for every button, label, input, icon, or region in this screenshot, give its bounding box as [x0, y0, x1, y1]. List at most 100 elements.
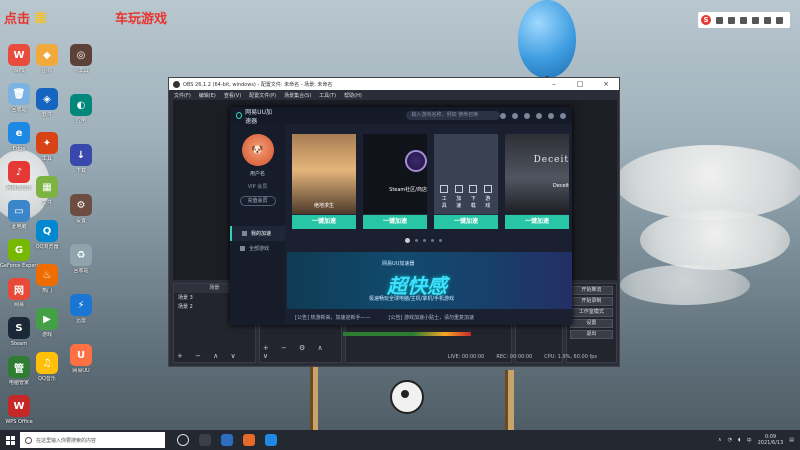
ime-skin-icon[interactable]: [764, 16, 771, 24]
vip-label: VIP 会员: [247, 184, 268, 190]
boost-button[interactable]: 一键加速: [363, 215, 427, 229]
uu-topbar[interactable]: 网易UU加速器 输入游戏名称，例如 使命召唤: [230, 107, 572, 125]
uu-taskbar-icon[interactable]: [243, 434, 255, 446]
task-view-icon[interactable]: [177, 434, 189, 446]
network-icon[interactable]: ◔: [728, 437, 732, 443]
wallpaper-tree: [505, 370, 514, 430]
chrome-taskbar-icon[interactable]: [221, 434, 233, 446]
studio-mode-button[interactable]: 工作室模式: [569, 308, 613, 317]
obs-taskbar-icon[interactable]: [199, 434, 211, 446]
desktop-icon[interactable]: ♨ 热门: [28, 264, 66, 294]
boost-button[interactable]: 一键加速: [434, 215, 498, 229]
vip-recharge-button[interactable]: 充值会员: [239, 196, 276, 206]
exit-button[interactable]: 退出: [569, 330, 613, 339]
pubg-cover: 绝地求生: [292, 134, 356, 214]
start-recording-button[interactable]: 开始录制: [569, 297, 613, 306]
desktop-icon[interactable]: U 网易UU: [62, 344, 100, 374]
desktop-icon[interactable]: ⚡ 迅雷: [62, 294, 100, 324]
tool-item[interactable]: 工具: [440, 185, 449, 209]
boost-icon: [242, 231, 247, 236]
desktop-icon[interactable]: ◆ 图标: [28, 44, 66, 74]
menu-profile[interactable]: 配置文件(P): [249, 92, 276, 99]
ime-voice-icon[interactable]: [740, 16, 747, 24]
carousel-dot[interactable]: [415, 239, 418, 242]
desktop-icon[interactable]: ⚙ 设置: [62, 194, 100, 224]
game-card-steam[interactable]: Steam社区/商店 一键加速: [363, 134, 427, 229]
ime-keyboard-icon[interactable]: [752, 16, 759, 24]
tool-icon: [469, 185, 478, 193]
menu-tools[interactable]: 工具(T): [319, 92, 336, 99]
notification-icon[interactable]: ▤: [789, 437, 794, 443]
obs-title: OBS 26.1.2 (64-bit, windows) - 配置文件: 未命名…: [183, 81, 333, 88]
ime-tools-icon[interactable]: [776, 16, 783, 24]
carousel-dots[interactable]: [405, 238, 442, 243]
start-streaming-button[interactable]: 开始推流: [569, 286, 613, 295]
gift-icon[interactable]: [500, 112, 506, 119]
carousel-dot[interactable]: [423, 239, 426, 242]
promo-banner[interactable]: 网易UU加速器 超快感 极速畅玩全球电脑/主机/掌机/手机游戏: [287, 252, 572, 309]
game-card-deceit[interactable]: Deceit Deceit 一键加速: [505, 134, 569, 229]
banner-logo: 网易UU加速器: [382, 261, 415, 267]
menu-help[interactable]: 帮助(H): [344, 92, 362, 99]
menu-scene-collection[interactable]: 场景集合(S): [284, 92, 311, 99]
taskbar-search[interactable]: 在这里输入你要搜索的内容: [20, 432, 165, 448]
desktop-icon[interactable]: W WPS Office: [0, 395, 38, 425]
maximize-button[interactable]: □: [567, 80, 593, 88]
boost-button[interactable]: 一键加速: [292, 215, 356, 229]
close-button[interactable]: ×: [593, 80, 619, 88]
obs-titlebar[interactable]: OBS 26.1.2 (64-bit, windows) - 配置文件: 未命名…: [169, 78, 619, 90]
desktop-icon[interactable]: ◎ 小工具: [62, 44, 100, 74]
menu-edit[interactable]: 编辑(E): [199, 92, 216, 99]
notice-bar[interactable]: [公告] 热游新来，加速迎新手—— [公告] 游戏加速小贴士，请勿重复加速: [287, 310, 572, 324]
games-icon: [240, 246, 245, 251]
avatar[interactable]: 🐶: [241, 134, 274, 166]
desktop-icon[interactable]: ↓ 下载: [62, 144, 100, 174]
menu-icon[interactable]: [536, 112, 542, 119]
message-icon[interactable]: [512, 112, 518, 119]
notice-item[interactable]: [公告] 游戏加速小贴士，请勿重复加速: [389, 314, 475, 321]
nav-my-boost[interactable]: 我的加速: [230, 226, 285, 241]
desktop-icon[interactable]: ♻ 回收站: [62, 244, 100, 274]
desktop-icon[interactable]: ◐ 应用: [62, 94, 100, 124]
desktop-icon[interactable]: ♫ QQ音乐: [28, 352, 66, 382]
carousel-dot[interactable]: [439, 239, 442, 242]
desktop-icon[interactable]: ▶ 游戏: [28, 308, 66, 338]
game-card-tools[interactable]: 工具 加速 下载 游戏 一键加速: [434, 134, 498, 229]
tool-item[interactable]: 加速: [454, 185, 464, 209]
game-card-pubg[interactable]: 绝地求生 一键加速: [292, 134, 356, 229]
ime-emoji-icon[interactable]: [728, 16, 735, 24]
desktop-icon[interactable]: Q QQ浏览器: [28, 220, 66, 250]
desktop-icon[interactable]: ✦ 工具: [28, 132, 66, 162]
tool-item[interactable]: 游戏: [483, 185, 493, 209]
clock[interactable]: 0:09 2021/6/13: [758, 434, 784, 446]
minimize-button[interactable]: –: [541, 80, 567, 88]
tool-item[interactable]: 下载: [469, 185, 478, 209]
settings-button[interactable]: 设置: [569, 319, 613, 328]
sogou-icon[interactable]: S: [701, 15, 711, 25]
minimize-icon[interactable]: [548, 112, 554, 119]
menu-view[interactable]: 查看(V): [224, 92, 241, 99]
ime-toolbar[interactable]: S: [698, 12, 790, 28]
uu-booster-window: 网易UU加速器 输入游戏名称，例如 使命召唤 🐶 用户名 VIP 会员 充值会员…: [230, 107, 572, 325]
start-button[interactable]: [0, 430, 20, 450]
nav-all-games[interactable]: 全部游戏: [230, 241, 285, 256]
skin-icon[interactable]: [524, 112, 530, 119]
app-icon: ◎: [70, 44, 92, 66]
tray-up-icon[interactable]: ∧: [718, 437, 722, 443]
app-icon: ⚡: [70, 294, 92, 316]
app-icon: S: [8, 317, 30, 339]
desktop-icon[interactable]: ◈ 软件: [28, 88, 66, 118]
close-icon[interactable]: [560, 112, 566, 119]
volume-icon[interactable]: ◖: [738, 437, 741, 443]
boost-button[interactable]: 一键加速: [505, 215, 569, 229]
carousel-dot[interactable]: [405, 238, 410, 243]
uu-search-input[interactable]: 输入游戏名称，例如 使命召唤: [405, 111, 500, 120]
ime-mode-icon[interactable]: [716, 16, 723, 24]
carousel-dot[interactable]: [431, 239, 434, 242]
menu-file[interactable]: 文件(F): [174, 92, 191, 99]
desktop-icon[interactable]: ▦ 文件: [28, 176, 66, 206]
app-taskbar-icon[interactable]: [265, 434, 277, 446]
wallpaper-balloon: [518, 0, 576, 78]
lang-indicator[interactable]: 中: [747, 437, 752, 444]
notice-item[interactable]: [公告] 热游新来，加速迎新手——: [295, 314, 371, 321]
